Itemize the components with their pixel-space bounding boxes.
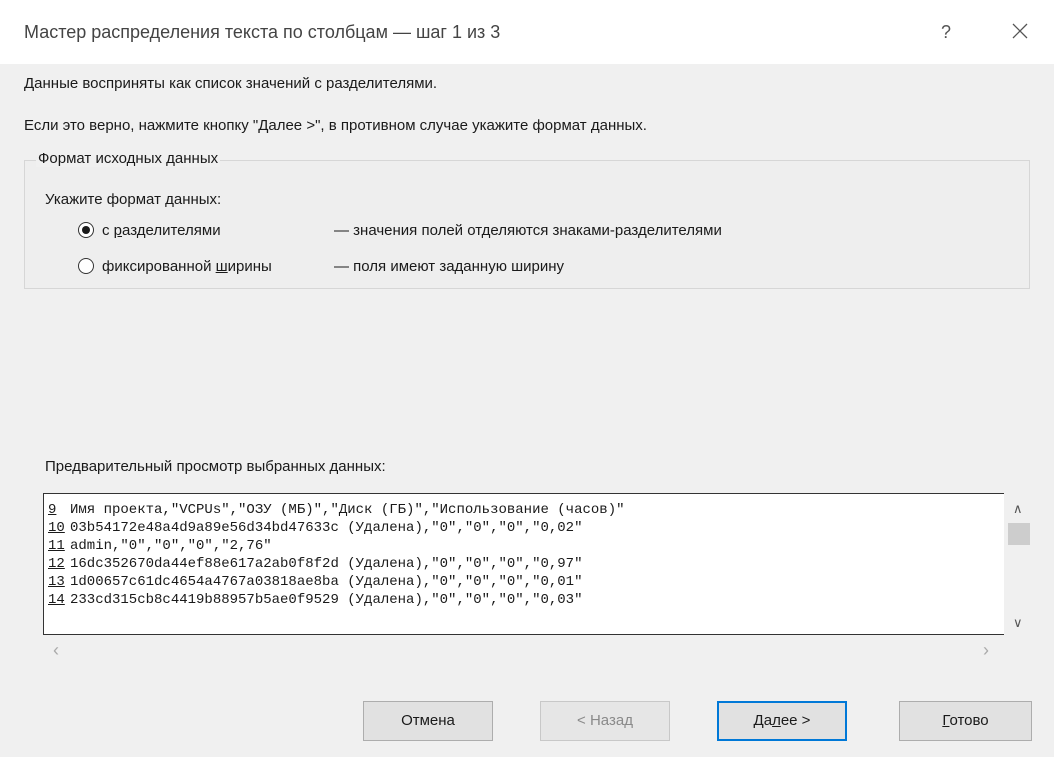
radio-button-fixed-width[interactable] [78,258,94,274]
close-button[interactable] [1000,16,1040,48]
title-bar: Мастер распределения текста по столбцам … [0,0,1054,64]
preview-row: 11 admin,"0","0","0","2,76" [48,538,272,554]
scroll-up-icon[interactable]: ∧ [1013,501,1023,517]
data-preview[interactable]: 9 Имя проекта,"VCPUs","ОЗУ (МБ)","Диск (Г… [43,493,1004,635]
scroll-right-icon[interactable]: › [983,640,989,661]
window-title: Мастер распределения текста по столбцам … [24,22,501,42]
preview-row: 9 Имя проекта,"VCPUs","ОЗУ (МБ)","Диск (Г… [48,502,625,518]
close-icon [1012,23,1028,39]
preview-row: 13 1d00657c61dc4654a4767a03818ae8ba (Удал… [48,574,583,590]
preview-vertical-scrollbar[interactable]: ∧ ∨ [1004,493,1032,635]
preview-row: 14 233cd315cb8c4419b88957b5ae0f9529 (Удал… [48,592,583,608]
info-line-1: Данные восприняты как список значений с … [24,75,438,92]
preview-horizontal-scrollbar[interactable]: ‹ › [43,638,1004,662]
cancel-button[interactable]: Отмена [363,701,493,741]
preview-label: Предварительный просмотр выбранных данны… [45,458,386,475]
radio-fixed-width[interactable]: фиксированной ширины — поля имеют заданн… [78,254,564,278]
scroll-down-icon[interactable]: ∨ [1013,615,1023,631]
next-button[interactable]: Далее > [717,701,847,741]
finish-button[interactable]: Готово [899,701,1032,741]
format-prompt: Укажите формат данных: [45,191,222,208]
preview-row: 10 03b54172e48a4d9a89e56d34bd47633c (Удал… [48,520,583,536]
format-group-legend: Формат исходных данных [36,150,221,167]
radio-delimited-description: — значения полей отделяются знаками-разд… [334,221,722,239]
preview-row: 12 16dc352670da44ef88e617a2ab0f8f2d (Удал… [48,556,583,572]
radio-delimited-label[interactable]: с разделителями [102,222,334,239]
back-button[interactable]: < Назад [540,701,670,741]
help-button[interactable]: ? [926,16,966,48]
scroll-left-icon[interactable]: ‹ [53,640,59,661]
info-line-2: Если это верно, нажмите кнопку "Далее >"… [24,117,647,134]
radio-fixed-width-description: — поля имеют заданную ширину [334,257,565,275]
radio-button-delimited[interactable] [78,222,94,238]
scroll-thumb[interactable] [1008,523,1030,545]
radio-fixed-width-label[interactable]: фиксированной ширины [102,258,334,275]
radio-delimited[interactable]: с разделителями — значения полей отделяю… [78,218,722,242]
